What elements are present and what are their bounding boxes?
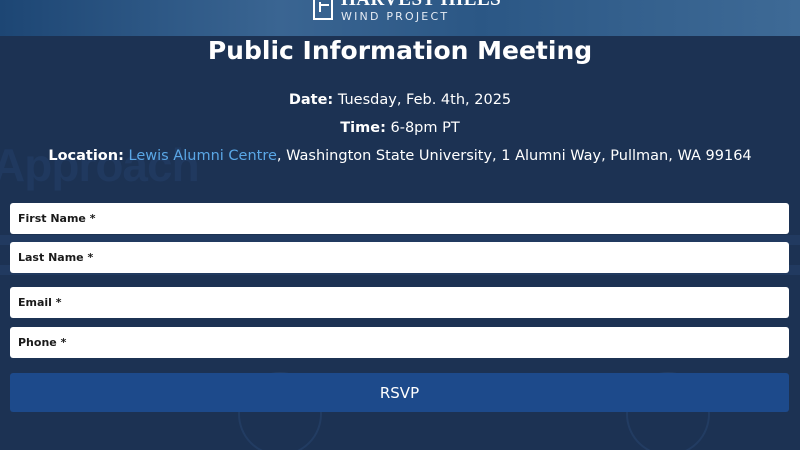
time-label: Time: [340, 120, 386, 136]
phone-field[interactable]: Phone * [10, 327, 789, 358]
date-value: Tuesday, Feb. 4th, 2025 [337, 92, 512, 108]
logo-name: HARVEST HILLS [341, 0, 501, 9]
time-value: 6-8pm PT [390, 120, 460, 136]
site-logo[interactable]: HARVEST HILLS WIND PROJECT [313, 0, 501, 23]
date-label: Date: [288, 92, 334, 108]
logo-subtitle: WIND PROJECT [341, 10, 450, 23]
location-link[interactable]: Lewis Alumni Centre [129, 148, 277, 164]
header-banner: HARVEST HILLS WIND PROJECT [0, 0, 800, 36]
page-title: Public Information Meeting [207, 36, 593, 65]
location-label: Location: [48, 148, 124, 164]
event-location: Location: Lewis Alumni Centre, Washingto… [0, 148, 800, 164]
event-date: Date: Tuesday, Feb. 4th, 2025 [0, 92, 800, 108]
rsvp-button[interactable]: RSVP [10, 373, 789, 412]
wind-turbine-icon [313, 0, 333, 20]
location-address: , Washington State University, 1 Alumni … [276, 148, 752, 164]
email-field[interactable]: Email * [10, 287, 789, 318]
event-time: Time: 6-8pm PT [0, 120, 800, 136]
background-heading: Approach [0, 139, 200, 191]
last-name-field[interactable]: Last Name * [10, 242, 789, 273]
first-name-field[interactable]: First Name * [10, 203, 789, 234]
